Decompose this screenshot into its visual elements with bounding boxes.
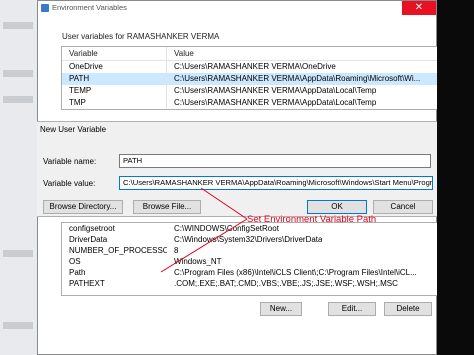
annotation-line-lower [160, 218, 248, 273]
background-dark-right [437, 0, 474, 355]
annotation-arrow [160, 187, 248, 273]
environment-variables-window: Environment Variables ✕ User variables f… [37, 0, 437, 355]
background-window-left [0, 0, 37, 355]
annotation-line-upper [200, 187, 248, 220]
